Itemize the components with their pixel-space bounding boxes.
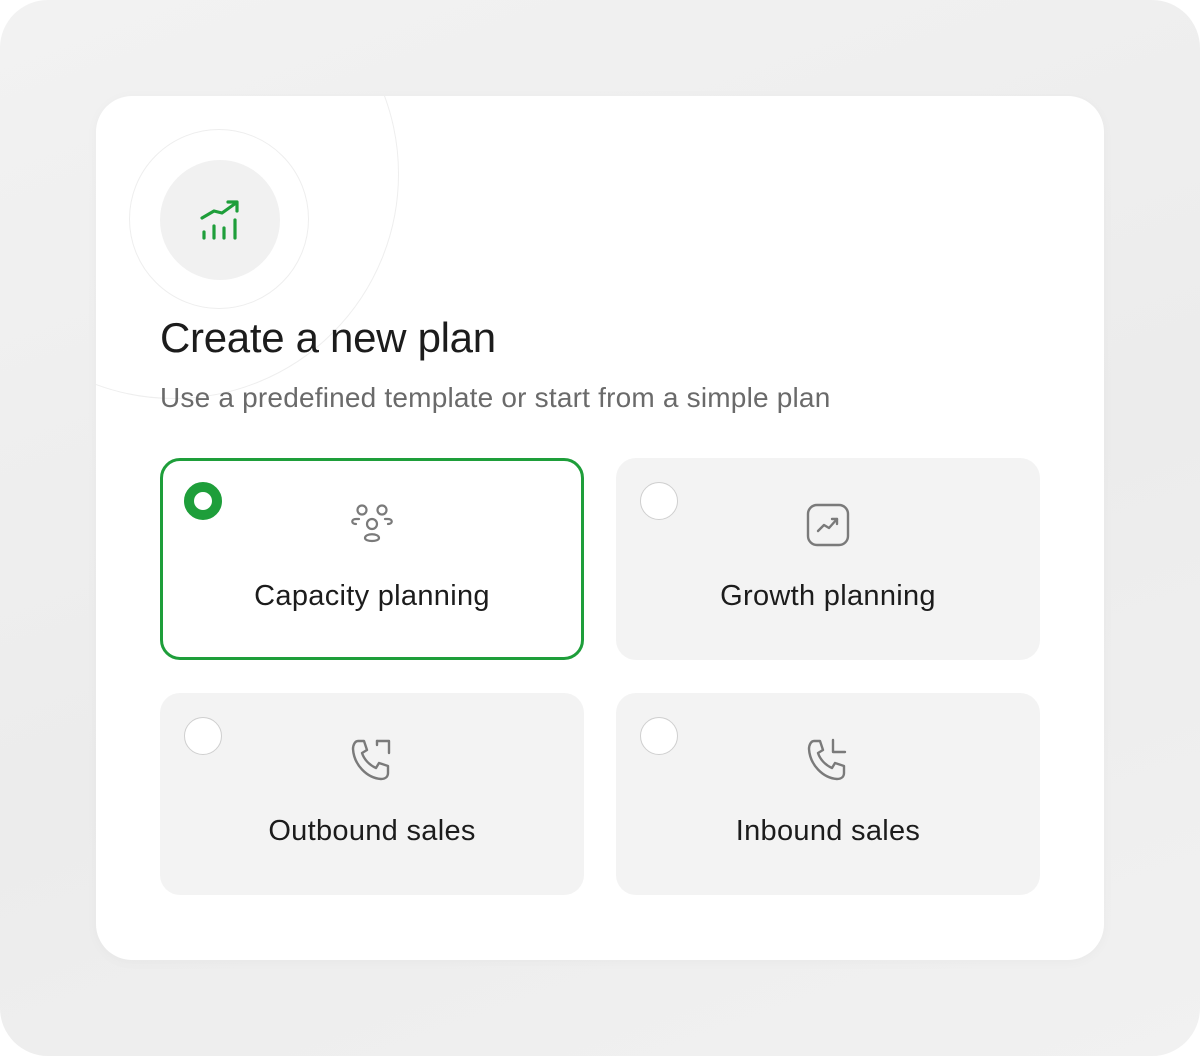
phone-outgoing-icon	[351, 739, 391, 781]
option-label: Inbound sales	[735, 815, 921, 847]
page-title: Create a new plan	[160, 314, 496, 361]
radio-outbound-sales[interactable]	[184, 717, 222, 755]
chart-trend-up-icon	[200, 200, 239, 240]
create-plan-card: Create a new plan Use a predefined templ…	[96, 96, 1104, 960]
option-label: Outbound sales	[268, 815, 476, 847]
backdrop: Create a new plan Use a predefined templ…	[0, 0, 1200, 1056]
option-growth-planning[interactable]: Growth planning	[616, 458, 1040, 660]
trend-square-icon	[806, 503, 850, 547]
option-outbound-sales[interactable]: Outbound sales	[160, 693, 584, 895]
users-group-icon	[351, 504, 393, 543]
phone-incoming-icon	[807, 738, 847, 781]
option-capacity-planning[interactable]: Capacity planning	[160, 458, 584, 660]
option-label: Capacity planning	[254, 580, 490, 612]
radio-inbound-sales[interactable]	[640, 717, 678, 755]
page-subtitle: Use a predefined template or start from …	[160, 382, 831, 413]
option-label: Growth planning	[720, 580, 936, 612]
header-icon-badge	[160, 160, 280, 280]
radio-capacity-planning[interactable]	[184, 482, 222, 520]
radio-growth-planning[interactable]	[640, 482, 678, 520]
option-inbound-sales[interactable]: Inbound sales	[616, 693, 1040, 895]
